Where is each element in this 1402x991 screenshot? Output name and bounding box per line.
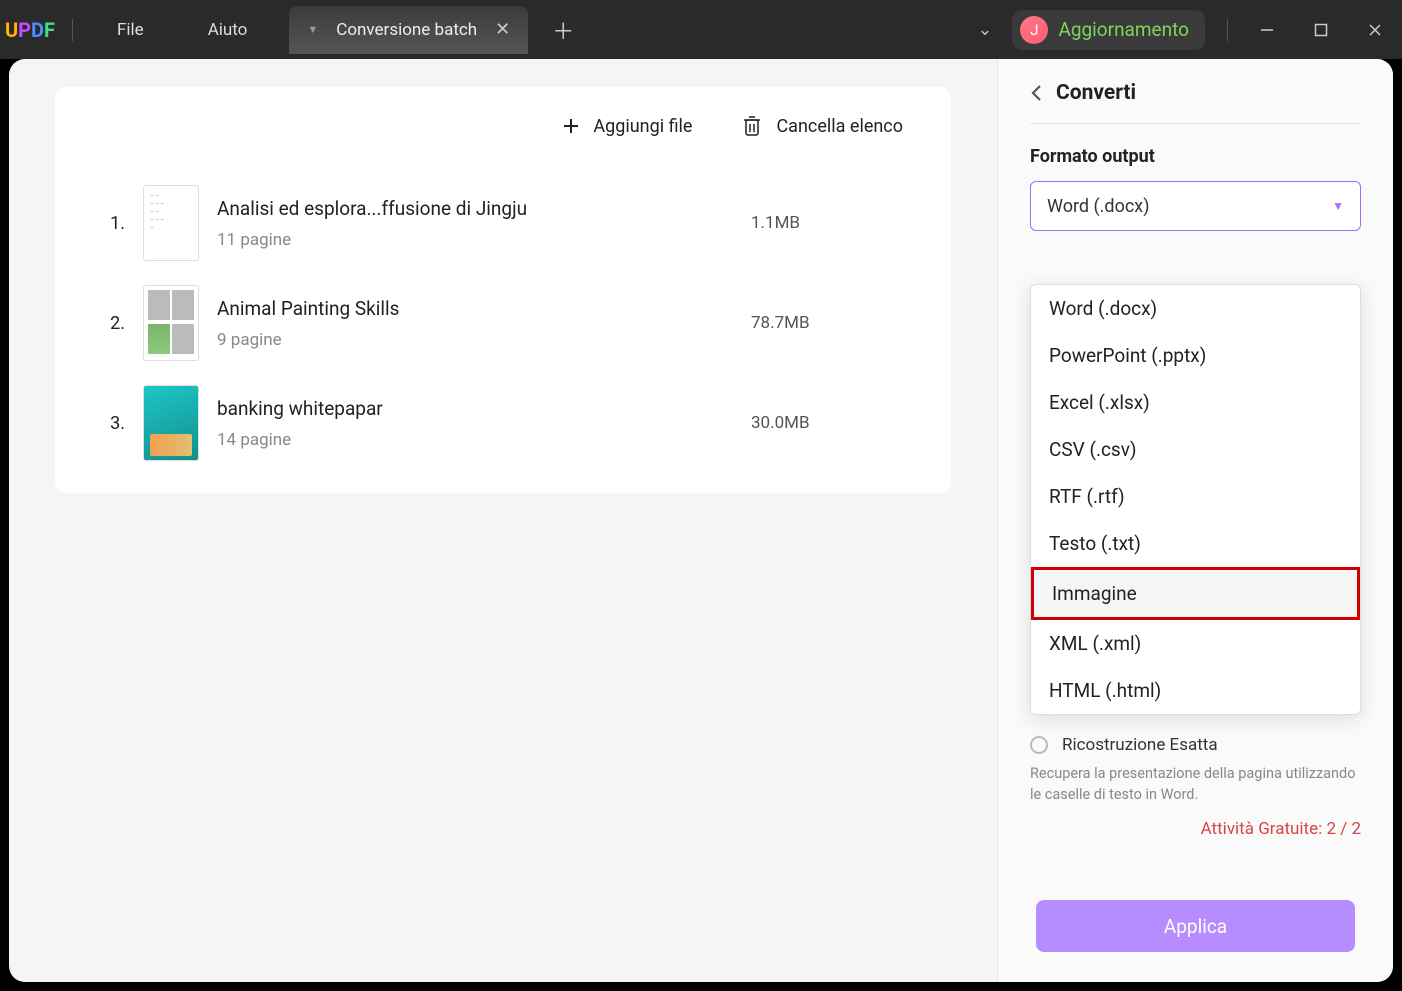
file-thumbnail [143, 385, 199, 461]
menu-help[interactable]: Aiuto [176, 20, 280, 40]
format-option[interactable]: Word (.docx) [1031, 285, 1360, 332]
file-thumbnail [143, 285, 199, 361]
format-option[interactable]: Testo (.txt) [1031, 520, 1360, 567]
format-option[interactable]: Immagine [1031, 567, 1360, 620]
clear-list-button[interactable]: Cancella elenco [742, 115, 903, 137]
radio-label: Ricostruzione Esatta [1062, 735, 1218, 755]
clear-list-label: Cancella elenco [776, 116, 903, 137]
file-row[interactable]: 1. — —— — —— —— — —— Analisi ed esplora.… [55, 173, 951, 273]
close-icon[interactable]: ✕ [495, 19, 510, 40]
format-option[interactable]: XML (.xml) [1031, 620, 1360, 667]
chevron-down-icon[interactable]: ⌄ [957, 19, 1012, 40]
upgrade-button[interactable]: J Aggiornamento [1012, 10, 1205, 50]
file-row[interactable]: 2. Animal Painting Skills 9 pagine 78.7M… [55, 273, 951, 373]
file-name: Analisi ed esplora...ffusione di Jingju [217, 197, 733, 220]
tab-batch-conversion[interactable]: ▼ Conversione batch ✕ [289, 6, 528, 54]
format-option[interactable]: Excel (.xlsx) [1031, 379, 1360, 426]
file-pages: 9 pagine [217, 330, 733, 350]
format-label: Formato output [1030, 146, 1361, 167]
format-dropdown: Word (.docx)PowerPoint (.pptx)Excel (.xl… [1030, 284, 1361, 715]
file-name: Animal Painting Skills [217, 297, 733, 320]
plus-icon [563, 118, 579, 134]
file-name: banking whitepapar [217, 397, 733, 420]
file-index: 2. [95, 313, 125, 334]
file-size: 1.1MB [751, 213, 911, 233]
selected-value: Word (.docx) [1047, 196, 1149, 217]
file-pages: 11 pagine [217, 230, 733, 250]
workspace: Aggiungi file Cancella elenco 1. — —— — … [9, 59, 1393, 982]
trash-icon [742, 115, 762, 137]
panel-title: Converti [1056, 81, 1136, 105]
tab-title: Conversione batch [336, 20, 477, 40]
upgrade-label: Aggiornamento [1058, 18, 1189, 41]
toolbar: Aggiungi file Cancella elenco [55, 87, 951, 173]
chevron-left-icon [1030, 84, 1042, 102]
radio-exact-reconstruction[interactable]: Ricostruzione Esatta [1030, 735, 1361, 755]
main-area: Aggiungi file Cancella elenco 1. — —— — … [9, 59, 997, 982]
file-thumbnail: — —— — —— —— — —— [143, 185, 199, 261]
format-option[interactable]: CSV (.csv) [1031, 426, 1360, 473]
add-file-label: Aggiungi file [593, 116, 692, 137]
separator [1227, 19, 1228, 41]
close-button[interactable] [1348, 0, 1402, 59]
avatar: J [1020, 16, 1048, 44]
menu-file[interactable]: File [85, 20, 176, 40]
tab-dropdown-icon[interactable]: ▼ [307, 23, 318, 36]
format-option[interactable]: RTF (.rtf) [1031, 473, 1360, 520]
app-logo: UPDF [0, 18, 60, 42]
output-format-select[interactable]: Word (.docx) ▼ [1030, 181, 1361, 231]
side-panel: Converti Formato output Word (.docx) ▼ W… [997, 59, 1393, 982]
option-description: Recupera la presentazione della pagina u… [1030, 763, 1361, 805]
title-bar: UPDF File Aiuto ▼ Conversione batch ✕ ＋ … [0, 0, 1402, 59]
file-index: 3. [95, 413, 125, 434]
maximize-button[interactable] [1294, 0, 1348, 59]
file-row[interactable]: 3. banking whitepapar 14 pagine 30.0MB [55, 373, 951, 473]
format-option[interactable]: PowerPoint (.pptx) [1031, 332, 1360, 379]
add-tab-button[interactable]: ＋ [552, 14, 574, 46]
file-index: 1. [95, 213, 125, 234]
apply-button[interactable]: Applica [1036, 900, 1355, 952]
file-size: 30.0MB [751, 413, 911, 433]
file-size: 78.7MB [751, 313, 911, 333]
file-pages: 14 pagine [217, 430, 733, 450]
chevron-down-icon: ▼ [1332, 199, 1344, 213]
free-tasks-label: Attività Gratuite: 2 / 2 [1030, 819, 1361, 839]
file-list-card: Aggiungi file Cancella elenco 1. — —— — … [55, 87, 951, 493]
back-button[interactable] [1030, 84, 1042, 102]
add-file-button[interactable]: Aggiungi file [563, 116, 692, 137]
minimize-button[interactable] [1240, 0, 1294, 59]
format-option[interactable]: HTML (.html) [1031, 667, 1360, 714]
separator [72, 19, 73, 41]
radio-icon[interactable] [1030, 736, 1048, 754]
